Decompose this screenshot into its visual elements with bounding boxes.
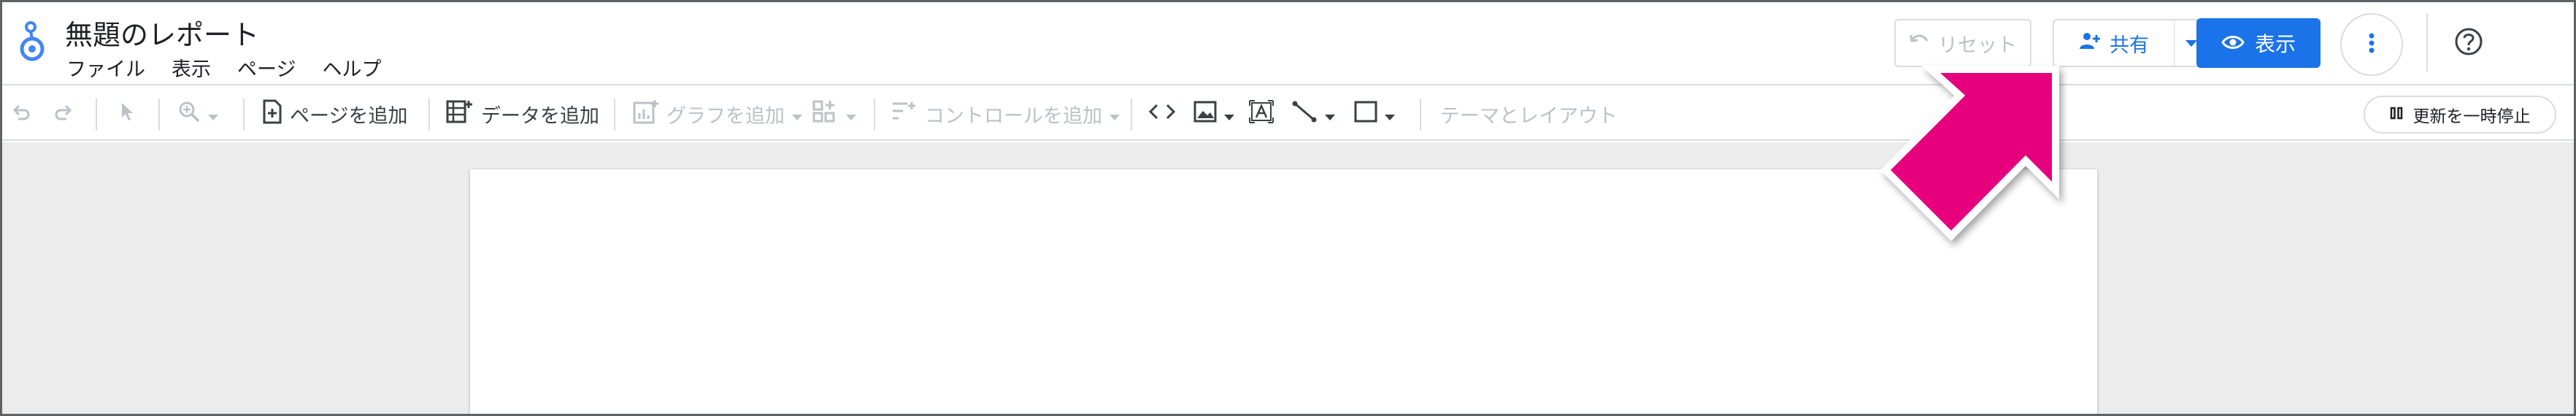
help-icon [2454,27,2483,59]
add-chart-button[interactable]: グラフを追加 [633,87,802,141]
help-button[interactable] [2450,24,2488,62]
undo-button[interactable] [11,87,33,141]
app-window: 無題のレポート ファイル 表示 ページ ヘルプ リセット 共有 表示 ページを追… [0,0,2576,416]
more-options-button[interactable] [2340,13,2403,76]
text-box-icon [1249,99,1274,128]
add-image-button[interactable] [1193,87,1234,141]
caret-down-icon [1224,103,1234,126]
toolbar-divider [96,99,97,131]
add-data-button[interactable]: データを追加 [446,87,599,141]
toolbar-divider [158,99,160,131]
toolbar-divider [874,99,875,131]
add-page-label: ページを追加 [290,104,408,128]
menu-view[interactable]: 表示 [172,53,211,82]
code-icon [1148,103,1176,126]
menu-page[interactable]: ページ [237,53,296,82]
toolbar: ページを追加 データを追加 グラフを追加 コントロールを追加 テーマとレイアウト… [2,87,2574,141]
toolbar-divider [243,99,245,131]
image-icon [1193,101,1217,128]
add-control-label: コントロールを追加 [925,104,1102,128]
theme-layout-label: テーマとレイアウト [1440,104,1618,128]
theme-layout-button[interactable]: テーマとレイアウト [1440,87,1618,141]
widgets-icon [812,100,839,128]
rectangle-icon [1354,101,1377,128]
caret-down-icon [792,103,802,126]
pointer-arrow-icon [1871,61,2090,250]
toolbar-divider [614,99,615,131]
pause-updates-label: 更新を一時停止 [2412,107,2531,126]
embed-url-button[interactable] [1148,87,1176,141]
select-tool-button[interactable] [119,87,137,141]
view-label: 表示 [2254,32,2296,56]
toolbar-divider [428,99,430,131]
redo-button[interactable] [52,87,74,141]
caret-down-icon [2185,36,2197,50]
add-chart-label: グラフを追加 [666,104,785,128]
add-control-button[interactable]: コントロールを追加 [891,87,1120,141]
menu-file[interactable]: ファイル [66,53,145,82]
app-header: 無題のレポート ファイル 表示 ページ ヘルプ リセット 共有 表示 [2,2,2574,85]
header-divider [2426,13,2428,72]
toolbar-divider [1131,99,1132,131]
filter-controls-icon [891,101,918,128]
looker-studio-logo-icon[interactable] [18,21,47,63]
pause-icon [2390,105,2403,124]
zoom-in-icon [177,100,201,128]
add-data-icon [446,99,474,129]
cursor-icon [119,101,137,127]
more-vert-icon [2369,33,2375,56]
add-page-button[interactable]: ページを追加 [262,87,407,141]
undo-icon [1909,32,1929,55]
redo-icon [52,103,74,126]
report-title[interactable]: 無題のレポート [65,12,259,53]
zoom-button[interactable] [177,87,218,141]
pause-updates-button[interactable]: 更新を一時停止 [2364,96,2556,134]
menu-help[interactable]: ヘルプ [322,53,381,82]
line-icon [1291,100,1318,128]
caret-down-icon [1385,103,1395,126]
add-chart-icon [633,99,659,129]
add-line-button[interactable] [1291,87,1335,141]
undo-icon [11,103,33,126]
add-shape-button[interactable] [1354,87,1395,141]
report-page[interactable] [470,169,2097,414]
menu-bar: ファイル 表示 ページ ヘルプ [66,53,407,82]
report-canvas-area [2,142,2574,414]
view-button[interactable]: 表示 [2196,18,2321,68]
caret-down-icon [846,103,856,126]
add-data-label: データを追加 [481,104,599,128]
add-component-button[interactable] [812,87,856,141]
add-text-button[interactable] [1249,87,1274,141]
caret-down-icon [1325,103,1335,126]
reset-label: リセット [1938,34,2017,57]
share-label: 共有 [2110,34,2149,57]
add-page-icon [262,99,282,129]
toolbar-divider [1420,99,1421,131]
caret-down-icon [1110,103,1120,126]
eye-icon [2221,31,2245,55]
person-add-icon [2079,31,2101,55]
caret-down-icon [208,103,218,126]
